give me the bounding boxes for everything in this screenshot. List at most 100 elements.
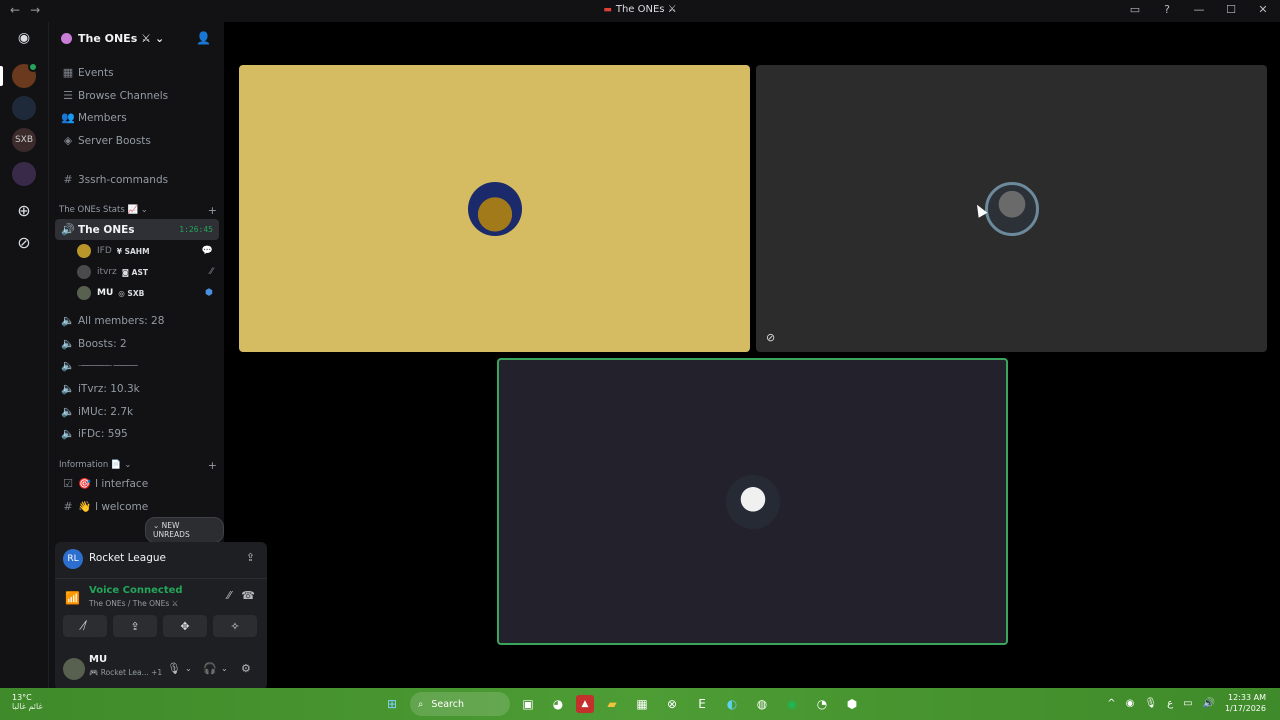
sidebar-item-browse-channels[interactable]: ☰ Browse Channels — [55, 85, 219, 106]
participant-tile-itvrz[interactable]: ⊘ — [756, 65, 1267, 352]
task-view-icon[interactable]: ▣ — [516, 692, 540, 716]
amd-icon[interactable]: ▲ — [576, 695, 594, 713]
app-icon[interactable]: ◕ — [546, 692, 570, 716]
hashtag-icon: # — [63, 173, 73, 186]
voice-user-ifd[interactable]: IFD ¥ SAHM 💬 — [77, 241, 219, 261]
file-explorer-icon[interactable]: ▰ — [600, 692, 624, 716]
sidebar-item-server-boosts[interactable]: ◈ Server Boosts — [55, 130, 219, 151]
chevron-down-icon: ⌄ — [154, 31, 165, 45]
avatar — [77, 286, 91, 300]
stat-channel-members[interactable]: 🔈 All members: 28 — [55, 310, 219, 331]
muted-icon: ⁄⁄ — [209, 267, 213, 277]
taskbar-search[interactable]: ⌕ Search — [410, 692, 510, 716]
voice-user-mu[interactable]: MU ◎ SXB ⬢ — [77, 283, 219, 303]
volume-icon[interactable]: 🔊 — [1203, 698, 1215, 709]
participant-tile-ifd[interactable] — [239, 65, 750, 352]
chat-bubble-icon: 💬 — [201, 246, 213, 256]
chevron-down-icon[interactable]: ⌄ — [185, 664, 192, 673]
info-channel-interface[interactable]: ☑ 🎯 l interface — [55, 473, 219, 494]
voice-user-itvrz[interactable]: itvrz ◙ AST ⁄⁄ — [77, 262, 219, 282]
activities-button[interactable]: ✥ — [163, 615, 207, 637]
create-channel-icon[interactable]: + — [208, 204, 217, 217]
emoji-icon: 🎯 — [78, 478, 92, 490]
voice-location[interactable]: The ONEs / The ONEs ⚔ — [89, 599, 178, 608]
avatar[interactable] — [63, 658, 85, 680]
close-button[interactable]: ✕ — [1256, 3, 1270, 16]
taskbar-clock[interactable]: 12:33 AM 1/17/2026 — [1225, 692, 1266, 714]
info-channel-welcome[interactable]: # 👋 l welcome — [55, 496, 219, 517]
signal-icon[interactable]: 📶 — [65, 591, 80, 605]
spotify-icon[interactable]: ◉ — [780, 692, 804, 716]
epic-games-icon[interactable]: E — [690, 692, 714, 716]
store-icon[interactable]: ▦ — [630, 692, 654, 716]
microphone-icon[interactable]: 🎙 — [1144, 698, 1157, 709]
display-icon[interactable]: ▭ — [1183, 698, 1192, 709]
stream-game-icon[interactable]: ⇪ — [246, 551, 255, 564]
tray-app-icon[interactable]: ◉ — [1126, 698, 1135, 709]
rocket-league-icon[interactable]: ⬢ — [840, 692, 864, 716]
participant-tile-mu-speaking[interactable] — [497, 358, 1008, 645]
avatar — [984, 181, 1039, 236]
windows-start-icon[interactable]: ⊞ — [380, 692, 404, 716]
headphones-icon[interactable]: 🎧 — [203, 662, 217, 675]
minimize-button[interactable]: — — [1192, 3, 1206, 16]
stat-channel-divider[interactable]: 🔈 · ───────── · ·─────── — [55, 355, 219, 376]
edge-icon[interactable]: ◐ — [720, 692, 744, 716]
inbox-icon[interactable]: ▭ — [1128, 3, 1142, 16]
sidebar-item-events[interactable]: ▦ Events — [55, 62, 219, 83]
discord-icon[interactable]: ◔ — [810, 692, 834, 716]
category-information[interactable]: Information 📄 ⌄ + — [59, 459, 219, 472]
microphone-icon[interactable]: 🎙 — [167, 662, 181, 675]
stat-channel-itvrz[interactable]: 🔈 iTvrz: 10.3k — [55, 378, 219, 399]
create-channel-icon[interactable]: + — [208, 459, 217, 472]
language-indicator[interactable]: ع — [1167, 698, 1173, 709]
weather-widget[interactable]: 13°C غائم غالبا — [12, 693, 43, 711]
chevron-down-icon[interactable]: ⌄ — [221, 664, 228, 673]
chevron-up-icon[interactable]: ^ — [1107, 698, 1115, 709]
stat-channel-ifdc[interactable]: 🔈 iFDc: 595 — [55, 423, 219, 444]
server-folder-icon[interactable] — [12, 162, 36, 186]
text-channel-3ssrh-commands[interactable]: # 3ssrh-commands — [55, 169, 219, 190]
soundboard-button[interactable]: ✧ — [213, 615, 257, 637]
xbox-icon[interactable]: ⊗ — [660, 692, 684, 716]
emoji-icon: 👋 — [78, 501, 92, 513]
voice-channel-the-ones[interactable]: 🔊 The ONEs 1:26:45 — [55, 219, 219, 240]
settings-gear-icon[interactable]: ⚙ — [241, 662, 251, 675]
checkbox-icon: ☑ — [63, 477, 73, 490]
camera-off-button[interactable]: ⧸̸ — [63, 615, 107, 637]
sidebar-item-members[interactable]: 👥 Members — [55, 107, 219, 128]
maximize-button[interactable]: ☐ — [1224, 3, 1238, 16]
discover-icon[interactable]: ⊘ — [12, 230, 36, 254]
screen-share-button[interactable]: ⇪ — [113, 615, 157, 637]
speaker-icon: 🔈 — [61, 314, 75, 327]
voice-timer: 1:26:45 — [179, 225, 213, 234]
category-stats[interactable]: The ONEs Stats 📈 ⌄ + — [59, 204, 219, 217]
noise-suppression-icon[interactable]: ⁄⁄ — [227, 589, 231, 602]
search-icon: ⌕ — [418, 698, 424, 710]
hashtag-icon: # — [63, 500, 73, 513]
speaker-icon: 🔊 — [61, 223, 75, 236]
title-bar: ← → ▬ The ONEs ⚔ ▭ ? — ☐ ✕ — [0, 0, 1280, 22]
server-icon-sxb[interactable]: SXB — [12, 128, 36, 152]
stat-channel-imuc[interactable]: 🔈 iMUc: 2.7k — [55, 401, 219, 422]
add-server-icon[interactable]: ⊕ — [12, 198, 36, 222]
members-icon: 👥 — [61, 111, 75, 124]
voice-badge-icon — [28, 62, 38, 72]
speaker-icon: 🔈 — [61, 337, 75, 350]
voice-status[interactable]: Voice Connected — [89, 585, 183, 596]
disconnect-icon[interactable]: ☎ — [241, 589, 255, 602]
new-unreads-button[interactable]: ⌄ NEW UNREADS — [145, 517, 224, 543]
deafened-icon: ⊘ — [766, 331, 776, 344]
help-icon[interactable]: ? — [1160, 3, 1174, 16]
browse-icon: ☰ — [63, 89, 73, 102]
discord-home-icon[interactable]: ◉ — [12, 26, 36, 50]
boost-icon: ◈ — [63, 134, 73, 147]
server-emblem-icon — [61, 32, 72, 44]
server-header[interactable]: The ONEs ⚔ ⌄ 👤 — [49, 22, 225, 54]
activity-game-name: Rocket League — [89, 552, 166, 564]
username[interactable]: MU — [89, 654, 107, 665]
steam-icon[interactable]: ◍ — [750, 692, 774, 716]
server-icon-2[interactable] — [12, 96, 36, 120]
stat-channel-boosts[interactable]: 🔈 Boosts: 2 — [55, 333, 219, 354]
invite-people-icon[interactable]: 👤 — [196, 31, 211, 45]
